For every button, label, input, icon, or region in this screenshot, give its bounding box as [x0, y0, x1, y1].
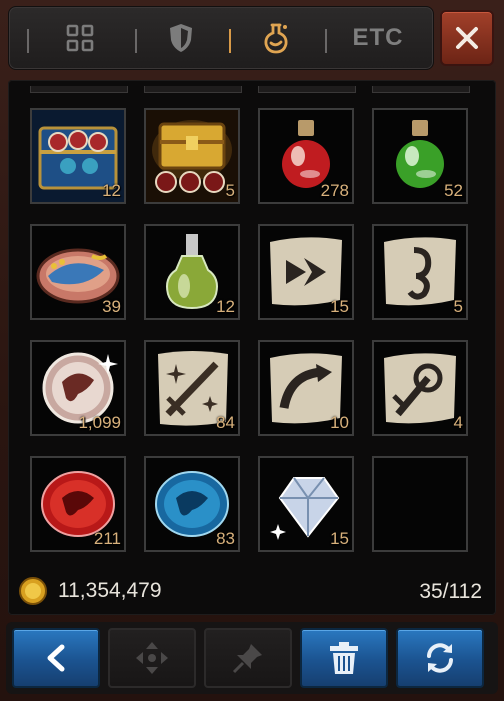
item-quantity: 15 — [330, 297, 349, 316]
inventory-slot[interactable]: 12 — [30, 108, 126, 204]
item-quantity: 15 — [330, 529, 349, 548]
potion-icon — [264, 23, 288, 54]
item-quantity: 83 — [216, 529, 235, 548]
item-quantity: 1,099 — [78, 413, 121, 432]
move-button[interactable] — [108, 628, 196, 688]
item-quantity: 12 — [216, 297, 235, 316]
inventory-slot[interactable]: 15 — [258, 456, 354, 552]
inventory-slot[interactable]: 15 — [258, 224, 354, 320]
tab-separator-active — [229, 29, 231, 53]
close-button[interactable] — [440, 10, 494, 66]
item-quantity: 4 — [453, 413, 463, 432]
refresh-button[interactable] — [396, 628, 484, 688]
inventory-slot[interactable]: 5 — [372, 224, 468, 320]
tab-separator — [27, 29, 29, 53]
tab-separator — [325, 29, 327, 53]
tab-separator — [135, 29, 137, 53]
treasure-chest-gold-icon — [146, 110, 238, 202]
inventory-slot[interactable]: 10 — [258, 340, 354, 436]
grid-icon — [66, 24, 94, 52]
item-quantity: 5 — [225, 181, 235, 200]
gold-coin-icon — [19, 577, 47, 605]
inventory-slot[interactable]: 4 — [372, 340, 468, 436]
gold-balance: 11,354,479 — [18, 576, 162, 606]
shield-icon — [170, 24, 192, 52]
inventory-slot[interactable]: 83 — [144, 456, 240, 552]
tab-etc-label: ETC — [352, 24, 404, 51]
action-bar — [6, 622, 498, 694]
inventory-slot[interactable]: 12 — [144, 224, 240, 320]
inventory-slot[interactable]: 5 — [144, 108, 240, 204]
inventory-slot[interactable]: 39 — [30, 224, 126, 320]
item-quantity: 211 — [93, 529, 121, 548]
trash-icon — [330, 642, 358, 674]
close-icon — [456, 27, 478, 49]
item-quantity: 12 — [102, 181, 121, 200]
scroll-rune-icon — [384, 237, 456, 306]
tab-equipment[interactable] — [149, 7, 213, 69]
discard-button[interactable] — [300, 628, 388, 688]
item-quantity: 84 — [216, 413, 235, 432]
inventory-slot[interactable]: 211 — [30, 456, 126, 552]
item-quantity: 10 — [330, 413, 349, 432]
pin-button[interactable] — [204, 628, 292, 688]
inventory-capacity: 35/112 — [419, 580, 482, 603]
tab-consumables[interactable] — [245, 7, 307, 69]
scroll-target-icon — [384, 353, 456, 424]
inventory-slot[interactable]: 1,099 — [30, 340, 126, 436]
category-tab-bar: ETC — [8, 6, 434, 70]
pin-icon — [232, 644, 262, 674]
tab-etc[interactable]: ETC — [339, 7, 417, 69]
refresh-icon — [427, 643, 453, 673]
move-arrows-icon — [136, 642, 168, 674]
tab-all-items[interactable] — [45, 7, 115, 69]
empty-inventory-slot[interactable] — [372, 456, 468, 552]
back-button[interactable] — [12, 628, 100, 688]
inventory-slot[interactable]: 84 — [144, 340, 240, 436]
item-quantity: 278 — [320, 181, 349, 200]
item-quantity: 5 — [453, 297, 463, 316]
chevron-left-icon — [47, 644, 65, 672]
inventory-slot[interactable]: 278 — [258, 108, 354, 204]
gold-amount: 11,354,479 — [58, 579, 162, 602]
item-quantity: 52 — [444, 181, 463, 200]
item-quantity: 39 — [102, 297, 121, 316]
inventory-window: ETC 12 5 278 52 39 12 15 5 1,099 84 10 4… — [0, 0, 504, 701]
inventory-slot[interactable]: 52 — [372, 108, 468, 204]
